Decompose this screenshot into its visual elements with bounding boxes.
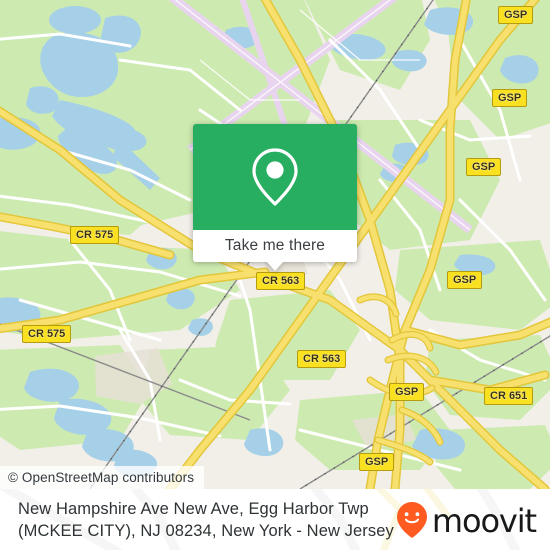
road-shield: GSP [359, 453, 395, 471]
map-attribution: © OpenStreetMap contributors [0, 466, 205, 489]
road-shield: CR 563 [256, 272, 306, 290]
attribution-text: © OpenStreetMap contributors [8, 470, 195, 485]
popup-action-bar[interactable]: Take me there [193, 230, 357, 271]
road-shield: CR 575 [70, 226, 120, 244]
take-me-there-label: Take me there [224, 237, 326, 254]
road-shield: GSP [447, 271, 483, 289]
moovit-pin-icon [396, 501, 427, 538]
road-shield: CR 651 [484, 387, 534, 405]
road-shield: GSP [389, 383, 425, 401]
location-popup-card[interactable]: Take me there [193, 124, 357, 271]
road-shield: CR 563 [297, 350, 347, 368]
popup-image-area [193, 124, 357, 230]
page-footer: New Hampshire Ave New Ave, Egg Harbor Tw… [0, 489, 550, 550]
road-shield: GSP [466, 158, 502, 176]
moovit-logo[interactable]: moovit [395, 500, 537, 540]
moovit-wordmark: moovit [431, 501, 537, 540]
place-title-line1: New Hampshire Ave New Ave, Egg Harbor Tw… [18, 499, 369, 518]
place-title-line2: (MCKEE CITY), NJ 08234, New York - New J… [18, 521, 394, 540]
map-pin-icon [252, 148, 298, 206]
road-shield: GSP [492, 89, 528, 107]
place-title: New Hampshire Ave New Ave, Egg Harbor Tw… [18, 498, 394, 542]
road-shield: CR 575 [22, 325, 72, 343]
road-shield: GSP [498, 6, 534, 24]
screenshot-root: GSP GSP GSP CR 575 CR 575 CR 563 CR 563 GSP GSP C… [0, 0, 550, 550]
